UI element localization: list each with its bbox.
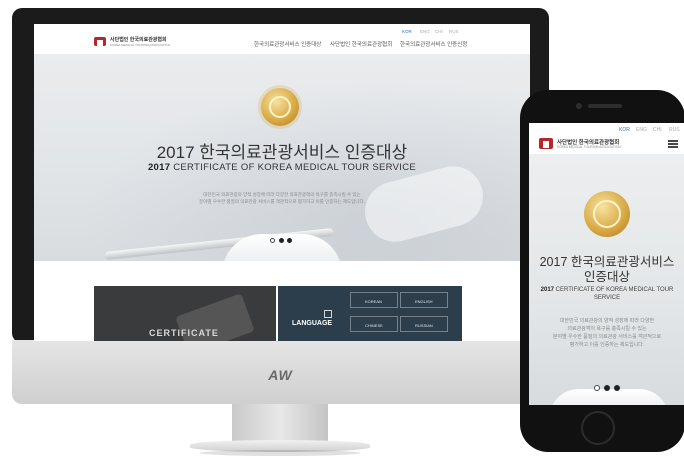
association-logo-icon[interactable] [94,37,106,46]
phone-lang-rus-link[interactable]: RUS [669,127,680,133]
language-option-korean[interactable]: KOREAN [350,292,398,308]
phone-hero-banner: 2017 한국의료관광서비스 인증대상 2017 CERTIFICATE OF … [529,154,684,405]
desktop-hero-description: 대한민국 의료관광의 양적 성장에 따라 다양한 의료관광객의 욕구를 충족시킬… [34,191,530,205]
lang-eng-link[interactable]: ENG [420,29,430,34]
hero-desc-line: 분야별 우수한 품질의 의료관광 서비스를 객관적으로 평가하고 이를 인증하는… [199,199,365,204]
phone-slider-dot-3[interactable] [614,385,620,391]
phone-camera [576,103,582,109]
language-option-russian[interactable]: RUSSIAN [400,316,448,332]
phone-desc-line: 평가하고 이를 인증하는 제도입니다. [569,342,645,348]
phone-lang-chi-link[interactable]: CHI [653,127,662,133]
slider-dot-3[interactable] [287,238,292,243]
desktop-hero-banner: 2017 한국의료관광서비스 인증대상 2017 CERTIFICATE OF … [34,54,530,261]
phone-lang-eng-link[interactable]: ENG [636,127,647,133]
desktop-logo-text[interactable]: 사단법인 한국의료관광협회 [110,36,167,43]
lang-rus-link[interactable]: RUS [449,29,459,34]
phone-medal-inner-ring [593,200,621,228]
phone-hero-title-line: 인증대상 [583,270,630,284]
monitor-brand-logo: AW [268,367,293,383]
language-tile-title: LANGUAGE [292,320,333,327]
language-icon [324,310,332,318]
nav-item-association[interactable]: 사단법인 한국의료관광협회 [330,40,392,48]
phone-desc-line: 분야별 우수한 품질의 의료관광 서비스를 객관적으로 [552,334,662,340]
phone-desc-line: 의료관광객의 욕구를 충족시킬 수 있는 [567,326,647,332]
phone-association-logo-icon[interactable] [539,138,553,149]
phone-home-button[interactable] [581,411,615,445]
phone-subtitle-line: CERTIFICATE OF KOREA MEDICAL TOUR [555,287,674,293]
desktop-hero-title: 2017 한국의료관광서비스 인증대상 [156,143,408,162]
language-option-chinese[interactable]: CHINESE [350,316,398,332]
monitor-base-shadow [200,450,360,456]
lang-chi-link[interactable]: CHI [435,29,443,34]
phone-lang-kor-link[interactable]: KOR [619,127,630,133]
desktop-site-header: 사단법인 한국의료관광협회 KOREA MEDICAL TOURISM ASSO… [34,24,530,54]
medal-inner-ring [269,96,291,118]
hero-desc-line: 대한민국 의료관광의 양적 성장에 따라 다양한 의료관광객의 욕구를 충족시킬… [203,192,361,197]
language-option-english[interactable]: ENGLISH [400,292,448,308]
phone-hero-subtitle: 2017 CERTIFICATE OF KOREA MEDICAL TOUR S… [529,286,684,302]
desktop-hero-subtitle: 2017 CERTIFICATE OF KOREA MEDICAL TOUR S… [34,162,530,173]
phone-slider-dot-1[interactable] [594,385,600,391]
lang-kor-link[interactable]: KOR [402,29,412,34]
phone-logo-subtext: KOREA MEDICAL TOURISM ASSOCIATION [557,145,621,149]
certificate-tile-label: CERTIFICATE [149,328,219,338]
phone-speaker [588,104,622,108]
hero-subtitle-text: CERTIFICATE OF KOREA MEDICAL TOUR SERVIC… [173,162,417,173]
monitor-stand-neck [232,404,328,442]
phone-hero-description: 대한민국 의료관광의 양적 성장에 따라 다양한 의료관광객의 욕구를 충족시킬… [533,317,681,349]
slider-dot-1[interactable] [270,238,275,243]
phone-subtitle-line: SERVICE [593,295,621,301]
phone-desc-line: 대한민국 의료관광의 양적 성장에 따라 다양한 [559,318,655,324]
language-tile: LANGUAGE KOREAN ENGLISH CHINESE RUSSIAN [278,286,462,341]
phone-hero-photo-bowl [549,389,669,405]
phone-hero-title: 2017 한국의료관광서비스 인증대상 [529,255,684,285]
phone-slider-dot-2[interactable] [604,385,610,391]
hamburger-menu-icon[interactable] [668,140,678,148]
certificate-tile[interactable]: CERTIFICATE [94,286,276,341]
phone-screen: KOR ENG CHI RUS 사단법인 한국의료관광협회 KOREA MEDI… [529,123,684,405]
nav-item-certification-apply[interactable]: 한국의료관광서비스 인증신청 [400,40,467,48]
hero-subtitle-year: 2017 [147,162,171,173]
nav-item-certification-award[interactable]: 한국의료관광서비스 인증대상 [254,40,321,48]
slider-dot-2[interactable] [279,238,284,243]
desktop-logo-subtext: KOREA MEDICAL TOURISM ASSOCIATION [110,43,170,47]
phone-subtitle-year: 2017 [540,287,554,293]
desktop-screen: 사단법인 한국의료관광협회 KOREA MEDICAL TOURISM ASSO… [34,24,530,341]
phone-hero-title-line: 2017 한국의료관광서비스 [539,255,675,269]
